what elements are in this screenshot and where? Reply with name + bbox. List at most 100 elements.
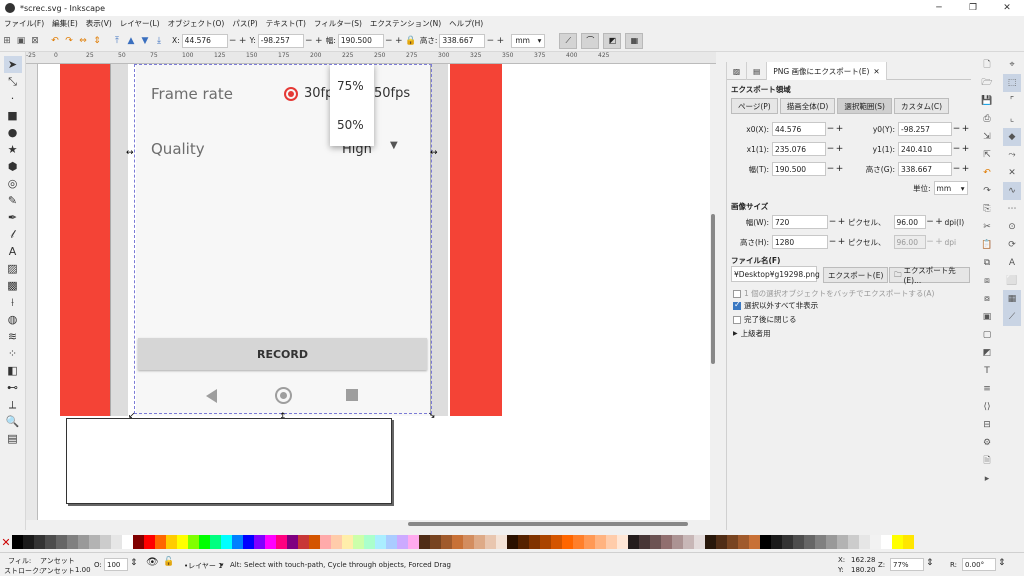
x-increment-button[interactable]: + — [238, 36, 248, 46]
x0-increment-button[interactable]: + — [835, 124, 844, 134]
width-increment-button[interactable]: + — [394, 36, 404, 46]
select-all-layers-icon[interactable]: ▣ — [14, 34, 28, 48]
color-swatch[interactable] — [441, 535, 452, 549]
clone-icon[interactable]: ⧈ — [979, 272, 995, 290]
color-swatch[interactable] — [881, 535, 892, 549]
save-icon[interactable]: 💾 — [979, 92, 995, 110]
pen-tool-icon[interactable]: ✒ — [4, 209, 22, 226]
color-swatch[interactable] — [727, 535, 738, 549]
image-width-increment-button[interactable]: + — [837, 217, 846, 227]
redo-icon[interactable]: ↷ — [979, 182, 995, 200]
color-swatch[interactable] — [903, 535, 914, 549]
minimize-button[interactable]: ─ — [922, 0, 956, 16]
pencil-tool-icon[interactable]: ✎ — [4, 192, 22, 209]
close-button[interactable]: ✕ — [990, 0, 1024, 16]
area-height-decrement-button[interactable]: − — [952, 164, 961, 174]
color-swatch[interactable] — [540, 535, 551, 549]
x-input[interactable]: 44.576 — [181, 33, 228, 48]
more-icon[interactable]: ▸ — [979, 470, 995, 488]
height-increment-button[interactable]: + — [495, 36, 505, 46]
export-icon[interactable]: ⇱ — [979, 146, 995, 164]
y0-input[interactable]: -98.257 — [898, 122, 952, 136]
snap-bbox-corner-icon[interactable]: ⌞ — [1003, 110, 1021, 128]
width-decrement-button[interactable]: − — [384, 36, 394, 46]
color-swatch[interactable] — [375, 535, 386, 549]
snap-intersection-icon[interactable]: ✕ — [1003, 164, 1021, 182]
connector-tool-icon[interactable]: ⊷ — [4, 379, 22, 396]
color-swatch[interactable] — [837, 535, 848, 549]
color-swatch[interactable] — [67, 535, 78, 549]
tweak-tool-icon[interactable]: ≋ — [4, 328, 22, 345]
color-swatch[interactable] — [23, 535, 34, 549]
color-swatch[interactable] — [386, 535, 397, 549]
color-swatch[interactable] — [672, 535, 683, 549]
menu-file[interactable]: ファイル(F) — [4, 18, 44, 29]
color-swatch[interactable] — [716, 535, 727, 549]
color-swatch[interactable] — [584, 535, 595, 549]
color-swatch[interactable] — [133, 535, 144, 549]
color-swatch[interactable] — [45, 535, 56, 549]
y1-increment-button[interactable]: + — [961, 144, 970, 154]
color-swatch[interactable] — [848, 535, 859, 549]
scale-handle-left[interactable]: ↔ — [126, 148, 134, 158]
select-all-icon[interactable]: ⊞ — [0, 34, 14, 48]
scale-handle-bottom-right[interactable]: ↘ — [428, 411, 436, 421]
area-height-increment-button[interactable]: + — [961, 164, 970, 174]
scale-stroke-toggle[interactable]: ⟋ — [559, 32, 578, 49]
color-swatch[interactable] — [430, 535, 441, 549]
opacity-input[interactable]: 100 — [104, 558, 128, 571]
color-swatch[interactable] — [408, 535, 419, 549]
snap-guide-icon[interactable]: ⟋ — [1003, 308, 1021, 326]
dropper-tool-icon[interactable]: ⟊ — [4, 294, 22, 311]
tab-fill-stroke[interactable]: ▨ — [727, 62, 748, 80]
paint-bucket-tool-icon[interactable]: ◍ — [4, 311, 22, 328]
y0-decrement-button[interactable]: − — [952, 124, 961, 134]
color-swatch[interactable] — [144, 535, 155, 549]
open-icon[interactable]: 🗁 — [979, 74, 995, 92]
area-height-input[interactable]: 338.667 — [898, 162, 952, 176]
gradient-tool-icon[interactable]: ▨ — [4, 260, 22, 277]
color-swatch[interactable] — [331, 535, 342, 549]
color-swatch[interactable] — [56, 535, 67, 549]
color-swatch[interactable] — [298, 535, 309, 549]
batch-export-checkbox[interactable]: 1 個の選択オブジェクトをバッチでエクスポートする(A) — [733, 288, 934, 299]
move-patterns-toggle[interactable]: ▦ — [625, 32, 644, 49]
area-page-button[interactable]: ページ(P) — [731, 98, 778, 114]
height-decrement-button[interactable]: − — [485, 36, 495, 46]
vertical-scrollbar[interactable] — [710, 64, 716, 520]
image-height-decrement-button[interactable]: − — [828, 237, 837, 247]
color-swatch[interactable] — [287, 535, 298, 549]
color-swatch[interactable] — [705, 535, 716, 549]
dpi-increment-button[interactable]: + — [935, 217, 944, 227]
height-input[interactable]: 338.667 — [439, 33, 486, 48]
lower-to-bottom-icon[interactable]: ⤓ — [152, 34, 166, 48]
y-decrement-button[interactable]: − — [304, 36, 314, 46]
color-swatch[interactable] — [639, 535, 650, 549]
color-swatch[interactable] — [804, 535, 815, 549]
menu-extensions[interactable]: エクステンション(N) — [370, 18, 441, 29]
print-icon[interactable]: ⎙ — [979, 110, 995, 128]
import-icon[interactable]: ⇲ — [979, 128, 995, 146]
color-swatch[interactable] — [485, 535, 496, 549]
text-font-icon[interactable]: T — [979, 362, 995, 380]
x-decrement-button[interactable]: − — [228, 36, 238, 46]
color-swatch[interactable] — [397, 535, 408, 549]
color-swatch[interactable] — [221, 535, 232, 549]
unlink-clone-icon[interactable]: ⧇ — [979, 290, 995, 308]
move-gradients-toggle[interactable]: ◩ — [603, 32, 622, 49]
color-swatch[interactable] — [606, 535, 617, 549]
scrollbar-thumb[interactable] — [711, 214, 715, 364]
flip-horizontal-icon[interactable]: ⇔ — [76, 34, 90, 48]
align-distribute-icon[interactable]: ⊟ — [979, 416, 995, 434]
export-unit-select[interactable]: mm ▾ — [933, 181, 968, 195]
color-swatch[interactable] — [518, 535, 529, 549]
lock-ratio-icon[interactable]: 🔒 — [404, 34, 418, 48]
rotate-ccw-icon[interactable]: ↶ — [48, 34, 62, 48]
eye-icon[interactable]: 👁 — [146, 557, 159, 568]
color-swatch[interactable] — [122, 535, 133, 549]
color-swatch[interactable] — [749, 535, 760, 549]
color-swatch[interactable] — [155, 535, 166, 549]
document-properties-icon[interactable]: 🗎 — [979, 452, 995, 470]
color-swatch[interactable] — [309, 535, 320, 549]
image-height-input[interactable]: 1280 — [772, 235, 828, 249]
